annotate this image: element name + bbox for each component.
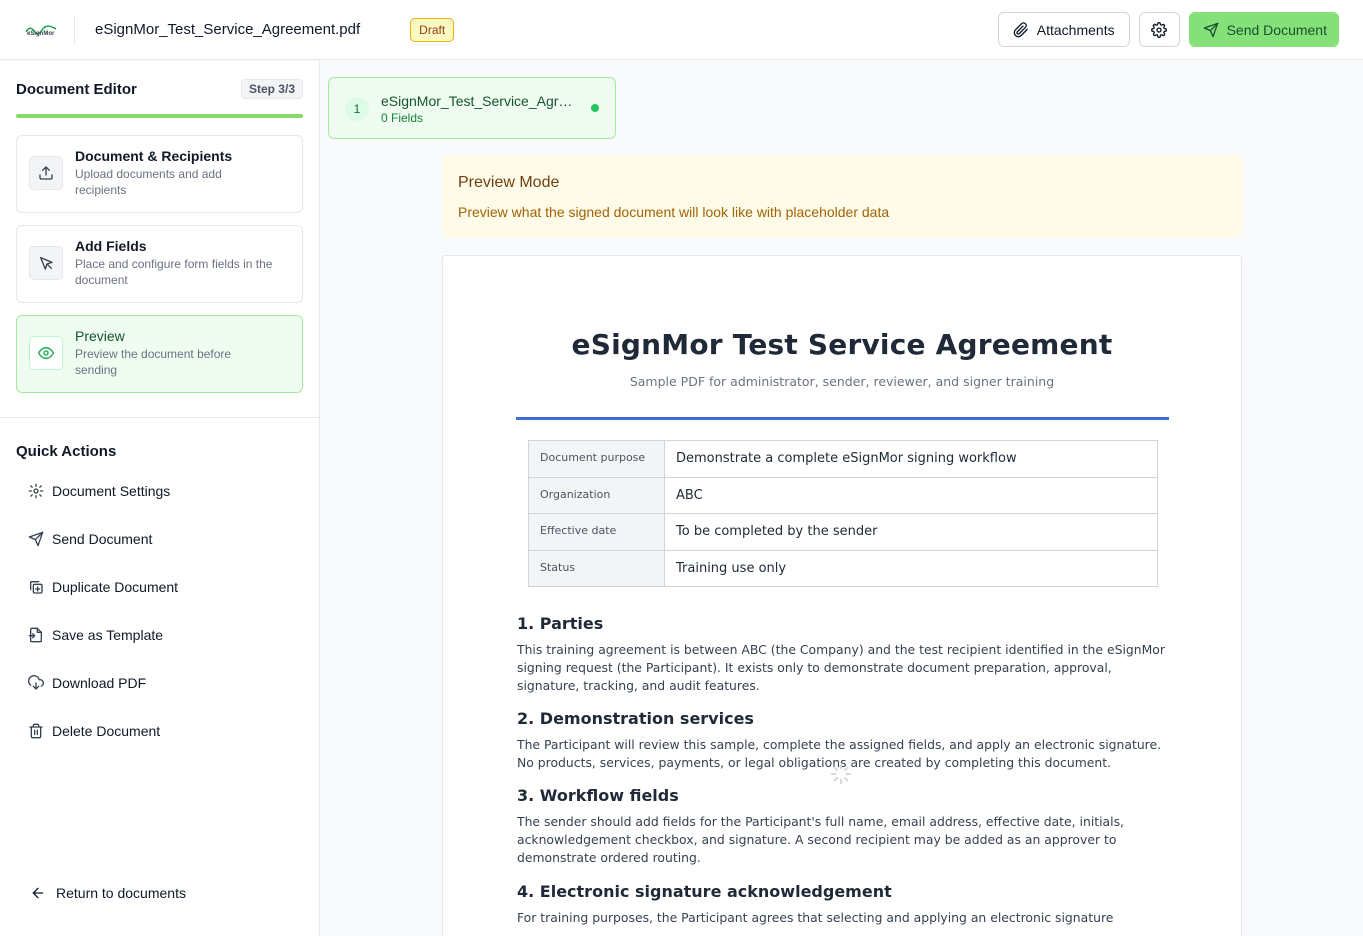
attachments-button[interactable]: Attachments (997, 12, 1130, 47)
meta-value: Demonstrate a complete eSignMor signing … (664, 440, 1158, 478)
step-text: Add Fields Place and configure form fiel… (75, 238, 275, 288)
copy-plus-icon (30, 581, 43, 594)
preview-banner-subtitle: Preview what the signed document will lo… (458, 204, 890, 220)
section-heading: 2. Demonstration services (517, 709, 754, 728)
send-icon (28, 531, 44, 547)
table-row: Status Training use only (528, 549, 1158, 587)
preview-banner-title: Preview Mode (458, 174, 560, 191)
section-body: The sender should add fields for the Par… (517, 814, 1124, 866)
quick-action-delete-document[interactable]: Delete Document (16, 714, 303, 748)
app-logo[interactable]: eSignMor (24, 20, 58, 40)
step-add-fields[interactable]: Add Fields Place and configure form fiel… (16, 225, 303, 303)
gear-icon (1151, 21, 1168, 38)
send-document-button[interactable]: Send Document (1188, 12, 1339, 47)
title-rule (516, 417, 1169, 420)
section-heading: 1. Parties (517, 614, 604, 633)
status-badge: Draft (410, 17, 455, 42)
settings-button[interactable] (1138, 12, 1180, 47)
section-heading: 3. Workflow fields (517, 786, 679, 805)
section-workflow-fields: 3. Workflow fields The sender should add… (517, 786, 1177, 868)
cloud-download-icon (28, 675, 44, 690)
top-bar: eSignMor eSignMor_Test_Service_Agreement… (0, 0, 1363, 60)
meta-key: Effective date (528, 513, 665, 551)
section-parties: 1. Parties This training agreement is be… (517, 614, 1177, 696)
document-preview-page: eSignMor Test Service Agreement Sample P… (442, 255, 1242, 936)
preview-mode-banner: Preview Mode Preview what the signed doc… (442, 155, 1242, 238)
quick-action-document-settings[interactable]: Document Settings (16, 474, 303, 508)
step-icon-wrap (29, 336, 63, 370)
section-heading: 4. Electronic signature acknowledgement (517, 882, 892, 901)
file-number: 1 (345, 97, 369, 121)
quick-action-label: Delete Document (52, 723, 161, 739)
quick-actions-title: Quick Actions (16, 443, 117, 460)
quick-action-duplicate-document[interactable]: Duplicate Document (16, 570, 303, 604)
meta-value: ABC (664, 476, 1158, 514)
sidebar-divider (0, 417, 319, 418)
return-to-documents-link[interactable]: Return to documents (30, 885, 186, 901)
step-icon-wrap (29, 156, 63, 190)
step-description: Upload documents and add recipients (75, 167, 222, 197)
editor-title: Document Editor (16, 80, 137, 98)
quick-action-label: Download PDF (52, 675, 147, 691)
meta-value: To be completed by the sender (664, 513, 1158, 551)
paperclip-icon (1013, 21, 1028, 37)
step-text: Document & Recipients Upload documents a… (75, 148, 275, 198)
quick-action-label: Save as Template (52, 627, 164, 643)
document-meta-table: Document purpose Demonstrate a complete … (528, 440, 1158, 587)
quick-action-save-template[interactable]: Save as Template (16, 618, 303, 652)
file-fields-count: 0 Fields (381, 111, 424, 125)
eye-icon (38, 347, 54, 359)
header-actions: Attachments Send Document (997, 12, 1339, 47)
document-subtitle: Sample PDF for administrator, sender, re… (629, 374, 1055, 389)
table-row: Effective date To be completed by the se… (528, 513, 1158, 551)
step-name: Document & Recipients (75, 148, 233, 164)
step-name: Add Fields (75, 238, 147, 254)
loading-spinner-icon (830, 763, 852, 785)
step-indicator: Step 3/3 (240, 79, 303, 99)
quick-action-label: Duplicate Document (52, 579, 179, 595)
file-status-dot (591, 104, 599, 112)
file-tab-name: eSignMor_Test_Service_Agreement.pdf (381, 93, 579, 109)
step-text: Preview Preview the document before send… (75, 328, 275, 378)
document-title: eSignMor Test Service Agreement (571, 328, 1113, 361)
step-document-recipients[interactable]: Document & Recipients Upload documents a… (16, 135, 303, 213)
quick-action-label: Document Settings (52, 483, 171, 499)
meta-value: Training use only (664, 549, 1158, 587)
step-description: Place and configure form fields in the d… (75, 257, 273, 287)
upload-icon (39, 166, 53, 180)
cursor-pointer-icon (40, 257, 53, 270)
sidebar: Document Editor Step 3/3 Document & Reci… (0, 61, 320, 936)
send-icon (1203, 22, 1218, 37)
arrow-left-icon (32, 887, 44, 899)
meta-key: Status (528, 549, 665, 587)
attachments-label: Attachments (1036, 21, 1115, 38)
gear-icon (28, 483, 44, 499)
meta-key: Organization (528, 476, 665, 514)
step-description: Preview the document before sending (75, 347, 232, 377)
logo-text: eSignMor (27, 31, 55, 37)
quick-action-send-document[interactable]: Send Document (16, 522, 303, 556)
section-body: This training agreement is between ABC (… (517, 642, 1165, 694)
step-preview[interactable]: Preview Preview the document before send… (16, 315, 303, 393)
step-progress-bar (16, 114, 303, 118)
return-label: Return to documents (56, 885, 186, 901)
table-row: Document purpose Demonstrate a complete … (528, 440, 1158, 478)
file-template-icon (28, 627, 42, 643)
section-signature-acknowledgement: 4. Electronic signature acknowledgement … (517, 882, 1177, 927)
table-row: Organization ABC (528, 476, 1158, 514)
trash-icon (29, 723, 43, 739)
header-divider (74, 15, 75, 44)
send-document-label: Send Document (1226, 21, 1327, 38)
meta-key: Document purpose (528, 440, 665, 478)
step-icon-wrap (29, 246, 63, 280)
logo-mark: eSignMor (25, 25, 57, 37)
step-name: Preview (75, 328, 125, 344)
editor-header: Document Editor Step 3/3 (16, 79, 303, 99)
quick-action-label: Send Document (52, 531, 153, 547)
quick-action-download-pdf[interactable]: Download PDF (16, 666, 303, 700)
section-body: For training purposes, the Participant a… (517, 910, 1114, 925)
document-filename: eSignMor_Test_Service_Agreement.pdf (95, 21, 361, 38)
document-file-tab[interactable]: 1 eSignMor_Test_Service_Agreement.pdf 0 … (328, 77, 616, 139)
